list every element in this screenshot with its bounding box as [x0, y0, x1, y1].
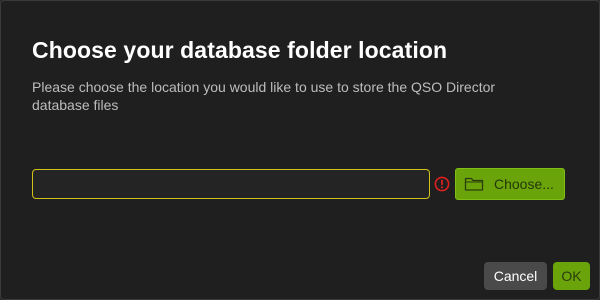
cancel-button[interactable]: Cancel: [484, 262, 547, 290]
dialog-title: Choose your database folder location: [32, 37, 448, 63]
dialog-subtitle: Please choose the location you would lik…: [32, 79, 496, 113]
choose-button-label: Choose...: [494, 176, 554, 192]
folder-icon: [464, 177, 484, 191]
choose-folder-button[interactable]: Choose...: [455, 168, 565, 200]
error-exclamation-icon: [434, 176, 450, 192]
folder-path-input[interactable]: [32, 169, 430, 199]
ok-button[interactable]: OK: [553, 262, 590, 290]
database-folder-dialog: Choose your database folder location Ple…: [0, 0, 600, 300]
